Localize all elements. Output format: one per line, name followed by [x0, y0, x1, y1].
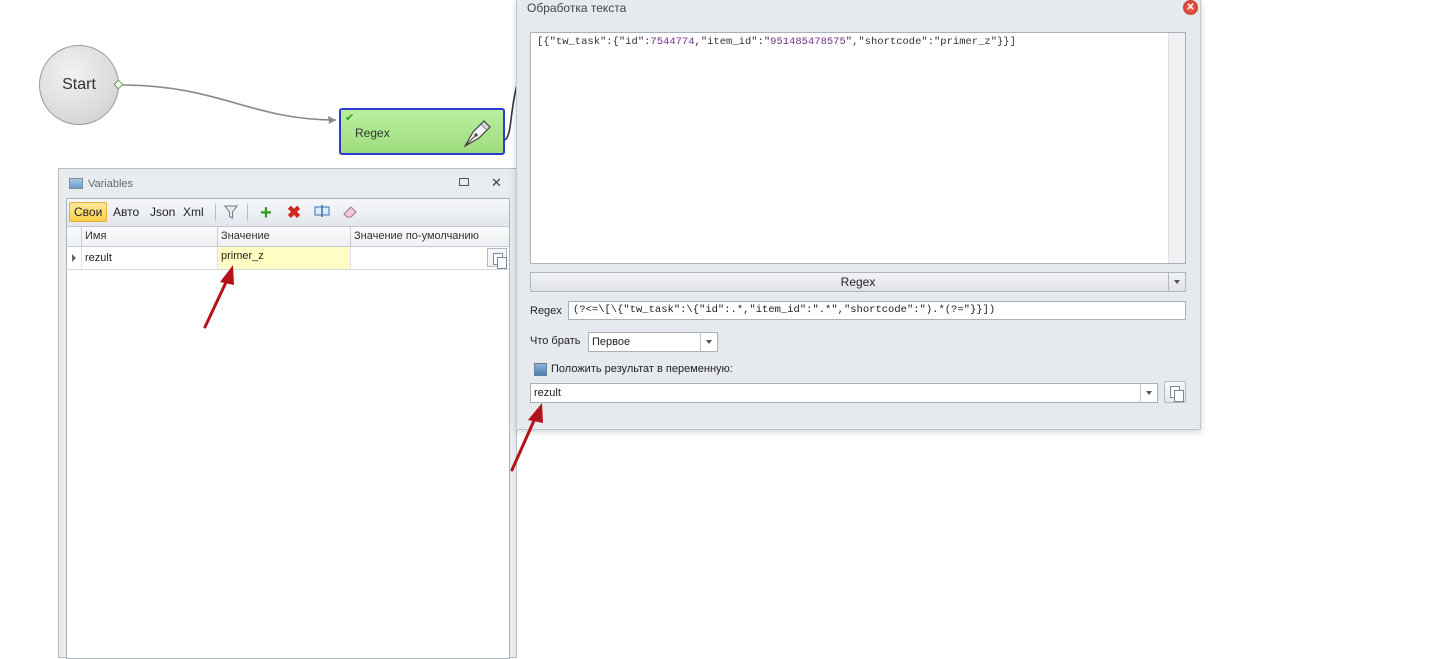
row-default-cell[interactable]: [350, 247, 487, 269]
mode-value: Regex: [840, 275, 876, 289]
result-variable-value: rezult: [534, 387, 561, 399]
column-value[interactable]: Значение: [217, 227, 350, 246]
regex-input[interactable]: (?<=\[\{"tw_task":\{"id":.*,"item_id":".…: [568, 301, 1186, 320]
mode-select[interactable]: Regex: [530, 272, 1186, 292]
variables-title: Variables: [88, 178, 134, 190]
restore-icon[interactable]: [459, 178, 469, 186]
variables-titlebar: Variables ✕: [59, 169, 516, 199]
variables-content: Свои Авто Json Xml + ✖ Имя Значение Знач…: [66, 198, 510, 659]
column-default[interactable]: Значение по-умолчанию: [350, 227, 487, 246]
variables-grid-header: Имя Значение Значение по-умолчанию: [67, 227, 509, 247]
take-select[interactable]: Первое: [588, 332, 718, 352]
check-icon: ✔: [345, 112, 355, 124]
regex-node-label: Regex: [355, 126, 390, 140]
row-value-cell[interactable]: primer_z: [217, 247, 350, 269]
tab-svoi[interactable]: Свои: [69, 202, 108, 222]
row-copy-button[interactable]: [487, 248, 507, 269]
regex-node[interactable]: ✔ Regex: [339, 108, 505, 155]
row-name-cell[interactable]: rezult: [81, 247, 217, 269]
chevron-down-icon[interactable]: [700, 333, 717, 351]
variables-toolbar: Свои Авто Json Xml + ✖: [67, 199, 509, 227]
toolbar-separator: [247, 204, 248, 221]
regex-label: Regex: [530, 305, 562, 317]
tab-avto[interactable]: Авто: [109, 202, 143, 222]
column-name[interactable]: Имя: [81, 227, 217, 246]
start-label: Start: [62, 76, 96, 93]
table-row[interactable]: rezult primer_z: [67, 247, 509, 270]
toolbar-separator: [215, 204, 216, 221]
pen-nib-icon: [463, 120, 491, 148]
close-icon[interactable]: ✕: [1183, 0, 1198, 15]
rename-icon[interactable]: [313, 204, 331, 222]
tab-json[interactable]: Json: [146, 202, 179, 222]
text-processing-dialog: Обработка текста ✕ [{"tw_task":{"id":754…: [516, 0, 1201, 430]
eraser-icon[interactable]: [341, 204, 359, 222]
start-node[interactable]: Start: [39, 45, 119, 125]
result-variable-select[interactable]: rezult: [530, 383, 1158, 403]
filter-icon[interactable]: [222, 204, 240, 222]
chevron-down-icon[interactable]: [1168, 273, 1185, 291]
input-text: [{"tw_task":{"id":7544774,"item_id":"951…: [537, 36, 1016, 48]
copy-icon: [493, 253, 507, 269]
take-value: Первое: [592, 336, 631, 348]
variables-window-icon: [69, 178, 83, 189]
add-icon[interactable]: +: [257, 203, 275, 223]
chevron-down-icon[interactable]: [1140, 384, 1157, 402]
take-label: Что брать: [530, 335, 581, 347]
variables-panel: Variables ✕ Свои Авто Json Xml + ✖ Имя З…: [58, 168, 517, 659]
put-result-label: Положить результат в переменную:: [551, 363, 733, 375]
put-result-checkbox[interactable]: [534, 363, 547, 376]
copy-button[interactable]: [1164, 381, 1186, 403]
tab-xml[interactable]: Xml: [179, 202, 208, 222]
close-icon[interactable]: ✕: [491, 175, 502, 191]
delete-icon[interactable]: ✖: [285, 204, 303, 222]
text-scrollbar[interactable]: [1168, 33, 1185, 263]
copy-icon: [1170, 386, 1184, 402]
dialog-title: Обработка текста: [527, 1, 627, 15]
row-expand-icon[interactable]: [72, 254, 76, 262]
input-text-area[interactable]: [{"tw_task":{"id":7544774,"item_id":"951…: [530, 32, 1186, 264]
output-port-icon[interactable]: [114, 80, 124, 90]
